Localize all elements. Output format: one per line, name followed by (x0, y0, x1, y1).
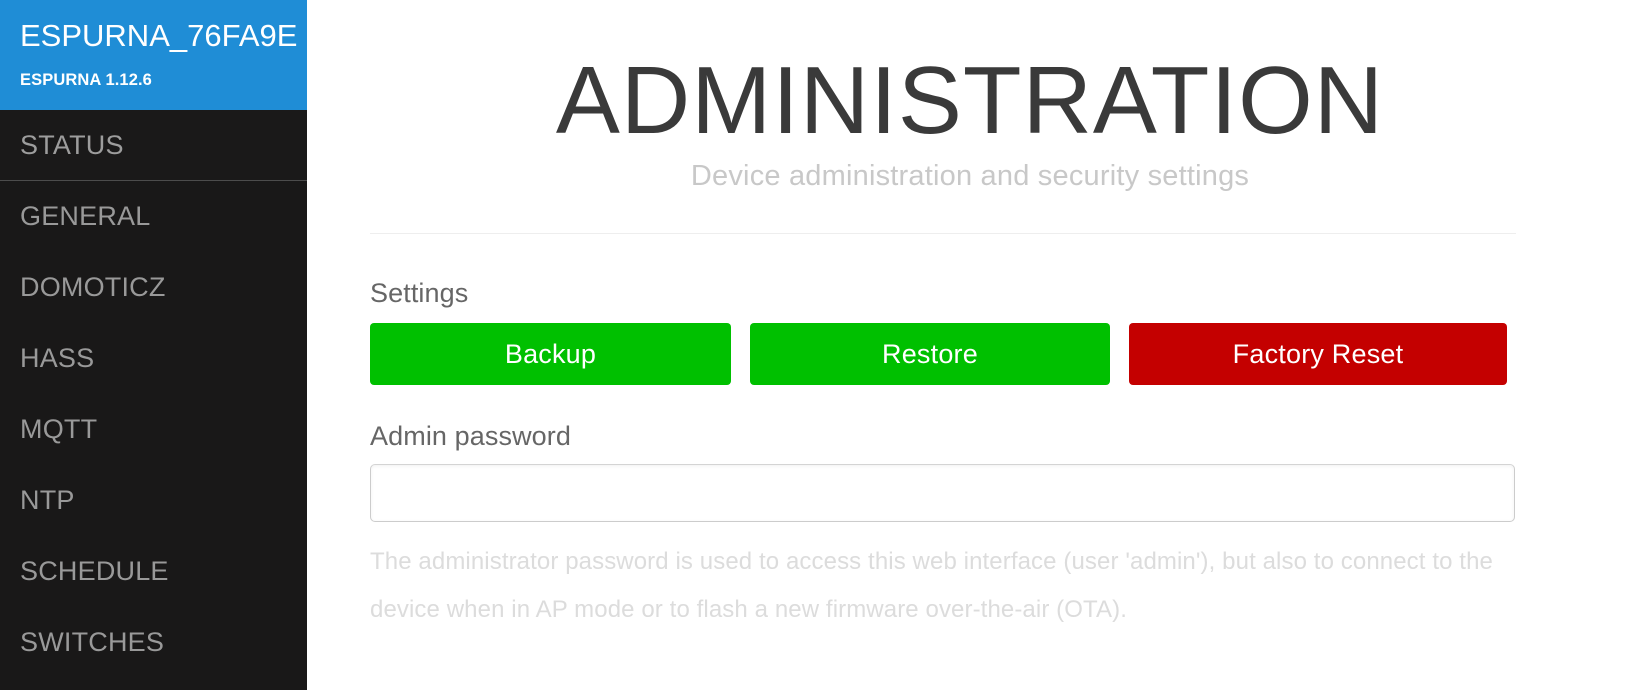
admin-password-input[interactable] (370, 464, 1515, 522)
sidebar-header: ESPURNA_76FA9E ESPURNA 1.12.6 (0, 0, 307, 110)
sidebar: ESPURNA_76FA9E ESPURNA 1.12.6 STATUSGENE… (0, 0, 307, 690)
header-divider (370, 233, 1516, 234)
espurna-web-interface: ESPURNA_76FA9E ESPURNA 1.12.6 STATUSGENE… (0, 0, 1632, 690)
sidebar-item-general[interactable]: GENERAL (0, 181, 307, 252)
sidebar-item-domoticz[interactable]: DOMOTICZ (0, 252, 307, 323)
sidebar-item-status[interactable]: STATUS (0, 110, 307, 181)
sidebar-menu: STATUSGENERALDOMOTICZHASSMQTTNTPSCHEDULE… (0, 110, 307, 678)
sidebar-item-hass[interactable]: HASS (0, 323, 307, 394)
backup-button[interactable]: Backup (370, 323, 731, 385)
sidebar-item-ntp[interactable]: NTP (0, 465, 307, 536)
page-subtitle: Device administration and security setti… (370, 158, 1570, 194)
admin-password-label: Admin password (370, 420, 1570, 452)
restore-button[interactable]: Restore (750, 323, 1110, 385)
admin-password-help-text: The administrator password is used to ac… (370, 538, 1515, 634)
settings-label: Settings (370, 277, 1570, 309)
sidebar-item-schedule[interactable]: SCHEDULE (0, 536, 307, 607)
main-content: ADMINISTRATION Device administration and… (307, 0, 1632, 690)
sidebar-item-mqtt[interactable]: MQTT (0, 394, 307, 465)
device-name: ESPURNA_76FA9E (20, 16, 287, 56)
page-header: ADMINISTRATION Device administration and… (370, 0, 1570, 194)
settings-section: Settings Backup Restore Factory Reset Ad… (370, 277, 1570, 634)
page-title: ADMINISTRATION (370, 53, 1570, 149)
sidebar-item-switches[interactable]: SWITCHES (0, 607, 307, 678)
settings-button-row: Backup Restore Factory Reset (370, 323, 1570, 385)
firmware-version: ESPURNA 1.12.6 (20, 69, 287, 91)
factory-reset-button[interactable]: Factory Reset (1129, 323, 1507, 385)
